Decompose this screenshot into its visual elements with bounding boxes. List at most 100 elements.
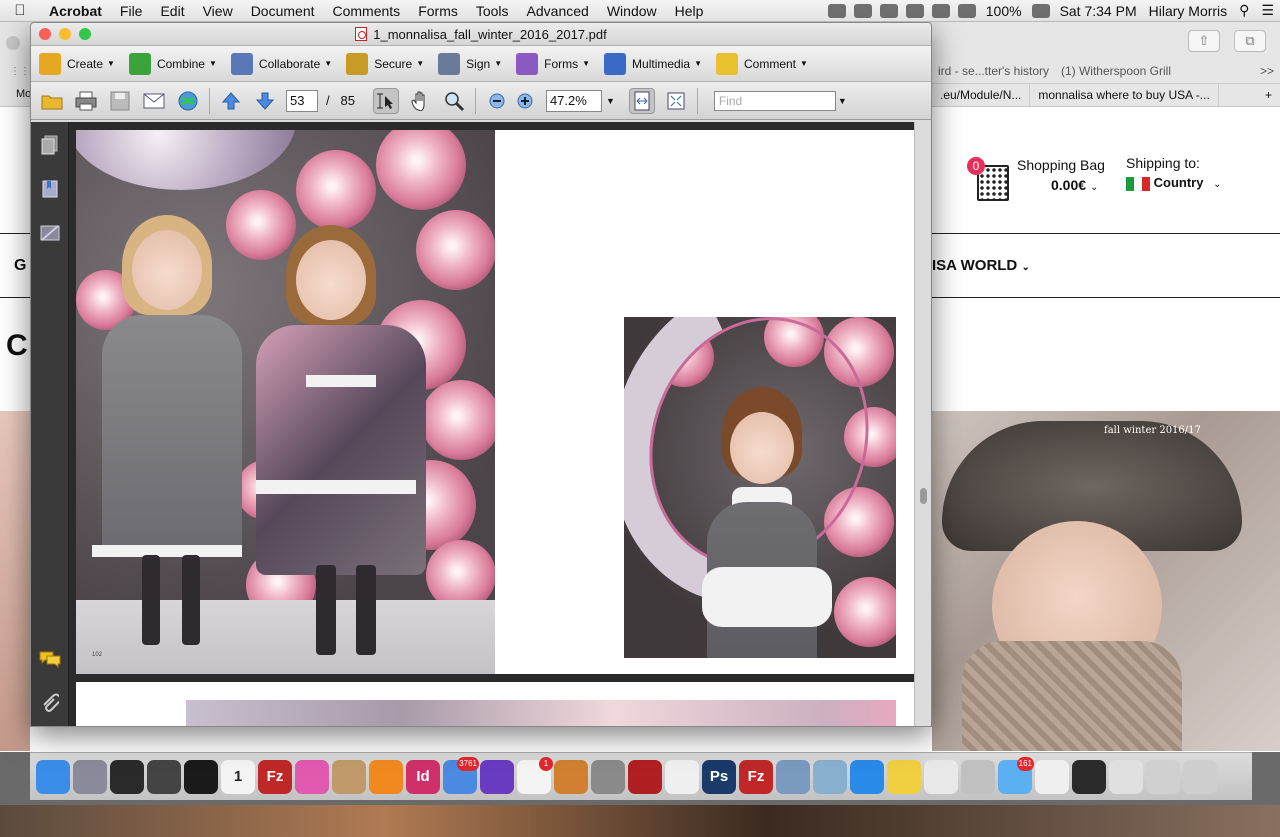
next-page-icon[interactable] xyxy=(252,88,278,114)
launchpad-icon[interactable] xyxy=(73,759,107,794)
document-viewport[interactable]: 102 xyxy=(69,122,931,726)
photoshop-icon[interactable]: Ps xyxy=(702,759,736,794)
keychain-icon[interactable] xyxy=(961,759,995,794)
game-center-icon[interactable] xyxy=(924,759,958,794)
bookmarks-overflow[interactable]: >> xyxy=(1254,64,1280,78)
collaborate-menu[interactable]: Collaborate ▼ xyxy=(230,52,332,75)
image-capture-icon[interactable] xyxy=(813,759,847,794)
vertical-scrollbar[interactable] xyxy=(914,122,931,726)
folder-stack-icon[interactable] xyxy=(1072,759,1106,794)
trash-icon[interactable] xyxy=(1183,759,1217,794)
bookmark-item[interactable]: Mo xyxy=(16,88,31,100)
menu-window[interactable]: Window xyxy=(598,0,666,22)
minimize-button[interactable] xyxy=(59,28,71,40)
battery-percent[interactable]: 100% xyxy=(980,3,1028,19)
shopping-bag[interactable]: 0 Shopping Bag 0.00€ ⌄ xyxy=(965,155,1115,205)
documents-stack-icon[interactable] xyxy=(1109,759,1143,794)
pages-panel-icon[interactable] xyxy=(39,134,61,156)
new-tab-button[interactable]: + xyxy=(1257,84,1280,106)
preview-icon[interactable] xyxy=(776,759,810,794)
nav-item[interactable]: G xyxy=(14,257,26,275)
notification-center-icon[interactable]: ☰ xyxy=(1255,2,1280,19)
sign-menu[interactable]: Sign ▼ xyxy=(438,52,502,75)
zoom-in-icon[interactable] xyxy=(512,88,538,114)
fit-width-icon[interactable] xyxy=(628,87,655,114)
mission-control-icon[interactable] xyxy=(110,759,144,794)
multimedia-menu[interactable]: Multimedia ▼ xyxy=(604,52,702,75)
photos-icon[interactable]: 1 xyxy=(517,756,553,794)
menu-document[interactable]: Document xyxy=(242,0,324,22)
bluetooth-icon[interactable] xyxy=(905,3,924,18)
find-input[interactable]: Find xyxy=(713,90,836,111)
tabs-overview-icon[interactable]: ⧉ xyxy=(1234,30,1266,52)
downloads-stack-icon[interactable] xyxy=(1146,759,1180,794)
menu-comments[interactable]: Comments xyxy=(324,0,410,22)
indesign-icon[interactable]: Id xyxy=(406,759,440,794)
mail-icon[interactable]: 3761 xyxy=(443,756,479,794)
save-icon[interactable] xyxy=(107,88,133,114)
secure-menu[interactable]: Secure ▼ xyxy=(346,52,424,75)
combine-menu[interactable]: Combine ▼ xyxy=(128,52,217,75)
select-tool-icon[interactable] xyxy=(372,87,399,114)
ibooks-icon[interactable] xyxy=(369,759,403,794)
close-button[interactable] xyxy=(39,28,51,40)
zoom-button[interactable] xyxy=(79,28,91,40)
menu-forms[interactable]: Forms xyxy=(409,0,467,22)
menu-app-name[interactable]: Acrobat xyxy=(40,0,111,22)
email-icon[interactable] xyxy=(141,88,167,114)
volume-icon[interactable] xyxy=(957,3,976,18)
browser-tab[interactable]: monnalisa where to buy USA -... xyxy=(1030,83,1219,106)
bookmark-item[interactable]: (1) Witherspoon Grill xyxy=(1055,64,1177,78)
create-menu[interactable]: Create ▼ xyxy=(39,52,115,75)
zoom-level-input[interactable]: 47.2% xyxy=(545,89,602,112)
apple-icon[interactable]:  xyxy=(0,2,40,19)
zoom-out-icon[interactable] xyxy=(484,88,510,114)
itunes-icon[interactable] xyxy=(295,759,329,794)
open-folder-icon[interactable] xyxy=(39,88,65,114)
zoom-dropdown-icon[interactable]: ▼ xyxy=(606,96,615,106)
menubar-user[interactable]: Hilary Morris xyxy=(1143,3,1234,19)
shipping-selector[interactable]: Shipping to: Country ⌄ xyxy=(1126,155,1266,205)
attachments-panel-icon[interactable] xyxy=(39,692,61,714)
safari-icon[interactable] xyxy=(850,759,884,794)
scrollbar-thumb[interactable] xyxy=(920,488,927,504)
wifi-icon[interactable] xyxy=(931,3,950,18)
finder-icon[interactable] xyxy=(36,759,70,794)
garageband-icon[interactable] xyxy=(554,759,588,794)
print-icon[interactable] xyxy=(73,88,99,114)
previous-page-icon[interactable] xyxy=(218,88,244,114)
share-icon[interactable]: ⇧ xyxy=(1188,30,1220,52)
dashboard-icon[interactable] xyxy=(184,759,218,794)
forms-menu[interactable]: Forms ▼ xyxy=(516,52,590,75)
contacts-icon[interactable] xyxy=(332,759,366,794)
page-number-input[interactable]: 53 xyxy=(286,89,318,112)
imovie-star-icon[interactable] xyxy=(480,759,514,794)
messages-icon[interactable]: 161 xyxy=(998,756,1034,794)
comment-menu[interactable]: Comment ▼ xyxy=(715,52,808,75)
time-machine-icon[interactable] xyxy=(879,3,898,18)
photo-booth-icon[interactable] xyxy=(628,759,662,794)
full-screen-icon[interactable] xyxy=(663,88,689,114)
filezilla-icon[interactable]: Fz xyxy=(258,759,292,794)
close-window-icon[interactable] xyxy=(6,36,20,50)
find-dropdown-icon[interactable]: ▼ xyxy=(838,96,847,106)
menu-tools[interactable]: Tools xyxy=(467,0,518,22)
browser-tab[interactable]: .eu/Module/N... xyxy=(932,83,1031,106)
menu-file[interactable]: File xyxy=(111,0,152,22)
bookmarks-grid-icon[interactable]: ⋮⋮ xyxy=(10,66,30,77)
hero-image[interactable]: fall winter 2016/17 xyxy=(932,411,1280,751)
menu-edit[interactable]: Edit xyxy=(151,0,193,22)
textedit-icon[interactable] xyxy=(665,759,699,794)
battery-icon[interactable] xyxy=(1031,3,1050,18)
menu-help[interactable]: Help xyxy=(666,0,713,22)
imovie-icon[interactable] xyxy=(147,759,181,794)
bookmark-item[interactable]: ird - se...tter's history xyxy=(932,64,1055,78)
calendar-icon[interactable]: 1 xyxy=(221,759,255,794)
filezilla-icon-2[interactable]: Fz xyxy=(739,759,773,794)
notes-icon[interactable] xyxy=(887,759,921,794)
calculator-icon[interactable] xyxy=(591,759,625,794)
spotlight-icon[interactable]: ⚲ xyxy=(1233,2,1255,19)
creative-cloud-icon[interactable] xyxy=(827,3,846,18)
signatures-panel-icon[interactable] xyxy=(39,222,61,244)
nav-item-world[interactable]: ISA WORLD ⌄ xyxy=(932,257,1030,274)
